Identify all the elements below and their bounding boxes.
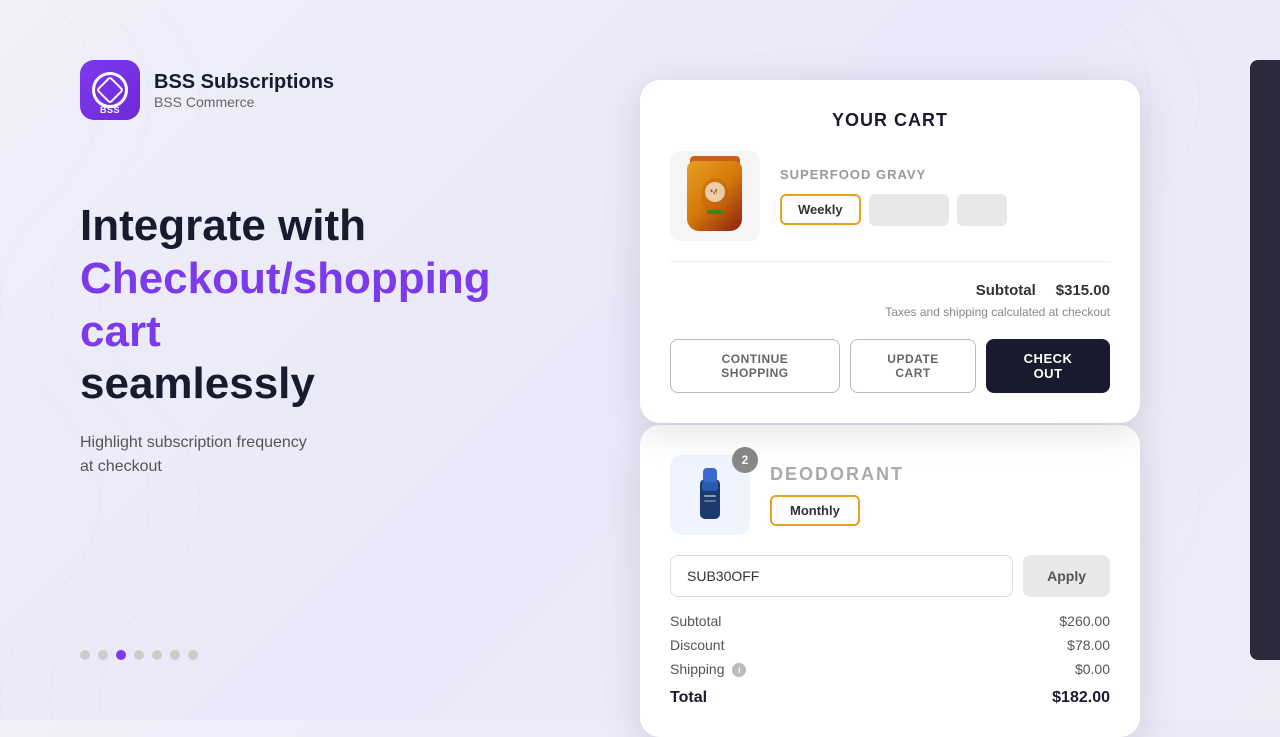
headline-line1: Integrate with	[80, 201, 366, 250]
apply-coupon-button[interactable]: Apply	[1023, 555, 1110, 597]
continue-shopping-button[interactable]: CONTINUE SHOPPING	[670, 339, 840, 393]
dot-3-active[interactable]	[116, 650, 126, 660]
total-value: $182.00	[1052, 689, 1110, 707]
dot-6[interactable]	[170, 650, 180, 660]
dot-2[interactable]	[98, 650, 108, 660]
headline-line2: Checkout/shopping cart	[80, 254, 491, 356]
coupon-input[interactable]	[670, 555, 1013, 597]
shipping-info-icon[interactable]: i	[732, 663, 746, 677]
second-card-item: 2 DEODORANT Monthly	[670, 455, 1110, 535]
logo-icon: BSS	[80, 60, 140, 120]
subtotal-row: Subtotal $315.00	[670, 282, 1110, 299]
discount-label: Discount	[670, 637, 724, 653]
cart-title: YOUR CART	[670, 110, 1110, 131]
coupon-row: Apply	[670, 555, 1110, 597]
dot-7[interactable]	[188, 650, 198, 660]
deodorant-image: 2	[670, 455, 750, 535]
total-price-row: Total $182.00	[670, 689, 1110, 707]
subtotal-price-label: Subtotal	[670, 613, 721, 629]
headline-line3: seamlessly	[80, 359, 315, 408]
weekly-freq-button[interactable]: Weekly	[780, 194, 861, 225]
cart-actions: CONTINUE SHOPPING UPDATE CART CHECK OUT	[670, 339, 1110, 393]
logo-bss-label: BSS	[100, 105, 120, 115]
freq-placeholder-2	[957, 194, 1007, 226]
update-cart-button[interactable]: UPDATE CART	[850, 339, 976, 393]
bag-body: 🐕	[687, 161, 742, 231]
subtotal-price-row: Subtotal $260.00	[670, 613, 1110, 629]
freq-placeholder-1	[869, 194, 949, 226]
discount-price-row: Discount $78.00	[670, 637, 1110, 653]
subheadline: Highlight subscription frequencyat check…	[80, 431, 540, 479]
shipping-value: $0.00	[1075, 661, 1110, 677]
shipping-price-row: Shipping i $0.00	[670, 661, 1110, 677]
price-breakdown: Subtotal $260.00 Discount $78.00 Shippin…	[670, 613, 1110, 707]
device-frame	[1250, 60, 1280, 660]
product-bag-icon: 🐕	[680, 156, 750, 236]
subtotal-value: $315.00	[1056, 282, 1110, 299]
pagination-dots	[80, 650, 540, 660]
product-image: 🐕	[670, 151, 760, 241]
checkout-button[interactable]: CHECK OUT	[986, 339, 1110, 393]
logo-icon-inner	[92, 72, 128, 108]
logo-text-area: BSS Subscriptions BSS Commerce	[154, 71, 334, 110]
svg-text:🐕: 🐕	[710, 188, 720, 198]
left-panel: BSS BSS Subscriptions BSS Commerce Integ…	[0, 0, 620, 720]
second-cart-card: 2 DEODORANT Monthly Apply	[640, 425, 1140, 737]
item-badge: 2	[732, 447, 758, 473]
cart-item-details: SUPERFOOD GRAVY Weekly	[780, 167, 1110, 226]
logo-subtitle: BSS Commerce	[154, 94, 334, 110]
dot-5[interactable]	[152, 650, 162, 660]
discount-value: $78.00	[1067, 637, 1110, 653]
deodorant-name: DEODORANT	[770, 464, 1110, 485]
shipping-label: Shipping i	[670, 661, 746, 677]
right-panel: YOUR CART 🐕	[620, 0, 1280, 720]
tax-note: Taxes and shipping calculated at checkou…	[670, 305, 1110, 319]
dot-4[interactable]	[134, 650, 144, 660]
logo-title: BSS Subscriptions	[154, 71, 334, 94]
monthly-freq-button[interactable]: Monthly	[770, 495, 860, 526]
subtotal-label: Subtotal	[976, 282, 1036, 299]
subtotal-price-value: $260.00	[1059, 613, 1110, 629]
logo-area: BSS BSS Subscriptions BSS Commerce	[80, 60, 540, 120]
total-label: Total	[670, 689, 707, 707]
product-name: SUPERFOOD GRAVY	[780, 167, 1110, 182]
frequency-buttons: Weekly	[780, 194, 1110, 226]
dot-1[interactable]	[80, 650, 90, 660]
main-headline: Integrate with Checkout/shopping cart se…	[80, 200, 540, 411]
cart-item-row: 🐕 SUPERFOOD GRAVY Weekly	[670, 151, 1110, 262]
cart-card: YOUR CART 🐕	[640, 80, 1140, 423]
second-item-details: DEODORANT Monthly	[770, 464, 1110, 526]
